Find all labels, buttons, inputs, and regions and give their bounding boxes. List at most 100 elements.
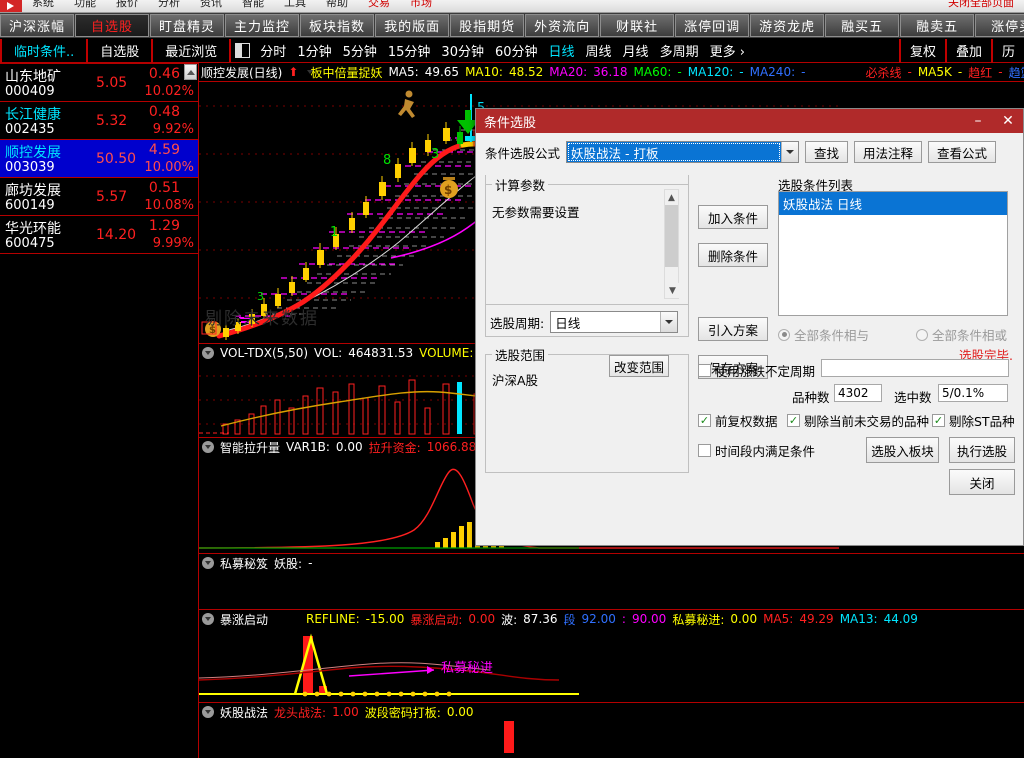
condition-listbox[interactable]: 妖股战法 日线 [778,191,1008,316]
watchlist-button[interactable]: 自选股 [88,38,154,63]
radio-button-icon[interactable] [778,328,790,341]
import-scheme-button[interactable]: 引入方案 [698,317,768,341]
radio-or-all[interactable]: 全部条件相或 [916,325,1007,344]
temp-condition-button[interactable]: 临时条件.. [0,38,89,63]
menu-item-2[interactable]: 报价 [106,0,148,9]
calc-params-scrollbar[interactable]: ▲ ▼ [664,189,680,299]
exclude-untraded-checkbox[interactable]: ✓ 剔除当前未交易的品种 [787,411,929,430]
chevron-down-icon[interactable] [781,142,799,162]
diejia-button[interactable]: 叠加 [944,38,991,63]
radio-button-icon[interactable] [916,328,928,341]
chevron-down-icon[interactable] [202,613,214,625]
radio-and-all[interactable]: 全部条件相与 [778,325,869,344]
chevron-down-icon[interactable] [202,441,214,453]
time-range-checkbox[interactable]: 时间段内满足条件 [698,441,815,460]
tab-zhangting-mai[interactable]: 涨停买 [975,14,1024,37]
formula-combobox[interactable]: 妖股战法 - 打板 [566,141,800,163]
chevron-down-icon[interactable] [202,347,214,359]
chevron-down-icon[interactable] [660,312,678,332]
menu-item-trade[interactable]: 交易 [358,0,400,9]
menu-item-0[interactable]: 系统 [22,0,64,9]
private-fund-pane[interactable]: 私募秘笈 妖股: - [199,554,1024,610]
period-30min[interactable]: 30分钟 [441,41,484,60]
recent-browse-button[interactable]: 最近浏览 [153,38,232,63]
checkbox-icon[interactable] [698,364,711,377]
undefined-period-checkbox[interactable]: 使用涨跌不定周期 [698,361,815,380]
history-button[interactable]: 历 [990,38,1024,63]
change-range-button[interactable]: 改变范围 [609,355,669,377]
minimize-icon[interactable]: – [963,109,993,133]
list-item[interactable]: 廊坊发展 600149 5.57 0.51 10.08% [0,178,198,216]
checkbox-icon[interactable]: ✓ [698,414,711,427]
tab-rongmaiwu2[interactable]: 融卖五 [900,14,975,37]
undefined-period-input[interactable] [821,359,1009,377]
close-dialog-button[interactable]: 关闭 [949,469,1015,495]
period-daily[interactable]: 日线 [549,41,575,60]
list-item-selected[interactable]: 妖股战法 日线 [779,192,1007,215]
period-combobox[interactable]: 日线 [550,311,679,333]
list-item[interactable]: 华光环能 600475 14.20 1.29 9.99% [0,216,198,254]
tab-dingpan-jingling[interactable]: 盯盘精灵 [150,14,225,37]
find-button[interactable]: 查找 [805,141,849,163]
forward-adjust-checkbox[interactable]: ✓ 前复权数据 [698,411,778,430]
watchlist-panel[interactable]: 山东地矿 000409 5.05 0.46 10.02% 长江健康 002435… [0,63,199,758]
fuquan-button[interactable]: 复权 [898,38,945,63]
close-icon[interactable]: ✕ [993,109,1023,133]
tab-zhuli-jiankong[interactable]: 主力监控 [225,14,300,37]
period-fenshi[interactable]: 分时 [260,41,286,60]
checkbox-icon[interactable] [698,444,711,457]
period-value[interactable]: 日线 [551,312,661,332]
period-15min[interactable]: 15分钟 [388,41,431,60]
stock-filter-dialog[interactable]: 条件选股 – ✕ 条件选股公式 妖股战法 - 打板 查找 用法注释 查看公式 计… [475,108,1024,546]
menu-item-7[interactable]: 帮助 [316,0,358,9]
chevron-down-icon[interactable] [202,706,214,718]
menu-item-market[interactable]: 市场 [400,0,442,9]
period-selector[interactable]: 分时 1分钟 5分钟 15分钟 30分钟 60分钟 日线 周线 月线 多周期 更… [250,41,745,60]
checkbox-icon[interactable]: ✓ [787,414,800,427]
formula-value[interactable]: 妖股战法 - 打板 [567,142,782,162]
checkbox-icon[interactable]: ✓ [932,414,945,427]
add-to-block-button[interactable]: 选股入板块 [866,437,939,463]
tab-youzi-longhu[interactable]: 游资龙虎 [750,14,825,37]
scroll-up-icon[interactable]: ▲ [665,190,678,205]
scroll-down-icon[interactable]: ▼ [665,283,680,298]
menu-item-3[interactable]: 分析 [148,0,190,9]
tab-waizi-liuxiang[interactable]: 外资流向 [525,14,600,37]
period-60min[interactable]: 60分钟 [495,41,538,60]
delete-condition-button[interactable]: 删除条件 [698,243,768,267]
period-multi[interactable]: 多周期 [660,41,699,60]
add-condition-button[interactable]: 加入条件 [698,205,768,229]
tab-rongmaiwu[interactable]: 融买五 [825,14,900,37]
usage-note-button[interactable]: 用法注释 [854,141,923,163]
surge-start-pane[interactable]: 暴涨启动 REFLINE: -15.00 暴涨启动: 0.00 波: 87.36… [199,610,1024,703]
list-item[interactable]: 山东地矿 000409 5.05 0.46 10.02% [0,64,198,102]
scrollbar-thumb[interactable] [665,205,678,267]
tab-cailianshe[interactable]: 财联社 [600,14,675,37]
exclude-st-checkbox[interactable]: ✓ 剔除ST品种 [932,411,1015,430]
tab-zhangting-huitiao[interactable]: 涨停回调 [675,14,750,37]
tab-wode-banmian[interactable]: 我的版面 [375,14,450,37]
menu-item-4[interactable]: 资讯 [190,0,232,9]
menu-item-5[interactable]: 智能 [232,0,274,9]
menu-item-1[interactable]: 功能 [64,0,106,9]
app-menubar[interactable]: 系统 功能 报价 分析 资讯 智能 工具 帮助 交易 市场 关闭全部页面 [0,0,1024,13]
chart-toolbar[interactable]: 临时条件.. 自选股 最近浏览 分时 1分钟 5分钟 15分钟 30分钟 60分… [0,38,1024,63]
dialog-titlebar[interactable]: 条件选股 – ✕ [476,109,1023,133]
view-formula-button[interactable]: 查看公式 [928,141,997,163]
close-all-pages-button[interactable]: 关闭全部页面 [938,0,1024,9]
layout-split-icon[interactable] [235,43,251,58]
list-item[interactable]: 长江健康 002435 5.32 0.48 9.92% [0,102,198,140]
period-more[interactable]: 更多 › [710,41,745,60]
tab-guzhi-qihuo[interactable]: 股指期货 [450,14,525,37]
tab-bankuai-zhishu[interactable]: 板块指数 [300,14,375,37]
tab-zixuangu[interactable]: 自选股 [75,14,150,37]
yaogu-strategy-pane[interactable]: 妖股战法 龙头战法: 1.00 波段密码打板: 0.00 [199,703,1024,755]
period-monthly[interactable]: 月线 [623,41,649,60]
period-1min[interactable]: 1分钟 [297,41,331,60]
tab-hushen-zhangfu[interactable]: 沪深涨幅 [0,14,75,37]
chevron-down-icon[interactable] [202,557,214,569]
run-filter-button[interactable]: 执行选股 [949,437,1015,463]
menu-item-6[interactable]: 工具 [274,0,316,9]
main-tabbar[interactable]: 沪深涨幅 自选股 盯盘精灵 主力监控 板块指数 我的版面 股指期货 外资流向 财… [0,13,1024,39]
period-5min[interactable]: 5分钟 [343,41,377,60]
